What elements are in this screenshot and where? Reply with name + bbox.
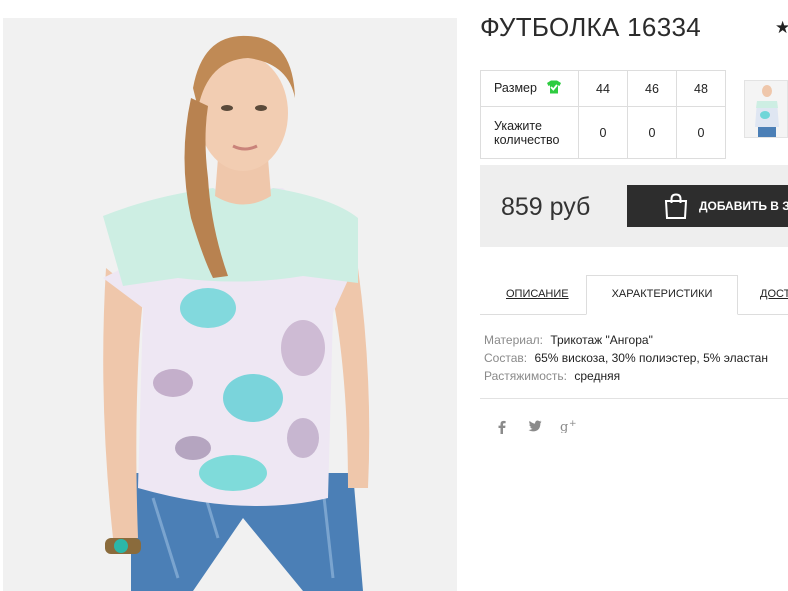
tshirt-check-icon[interactable] bbox=[546, 80, 562, 97]
quantity-input-48[interactable]: 0 bbox=[676, 106, 726, 159]
tab-characteristics-label: ХАРАКТЕРИСТИКИ bbox=[611, 288, 713, 300]
svg-text:+: + bbox=[569, 419, 577, 429]
tab-characteristics[interactable]: ХАРАКТЕРИСТИКИ bbox=[586, 275, 738, 315]
product-title: ФУТБОЛКА 16334 bbox=[480, 12, 701, 42]
add-to-order-button[interactable]: ДОБАВИТЬ В ЗАКАЗ bbox=[627, 185, 788, 227]
shopping-bag-icon bbox=[664, 193, 688, 222]
size-label-cell: Размер bbox=[480, 70, 579, 107]
tab-description[interactable]: ОПИСАНИЕ bbox=[506, 288, 569, 300]
product-photo[interactable]: futbolka-16334 bbox=[3, 18, 457, 591]
price: 859 руб bbox=[501, 193, 591, 221]
quantity-input-46[interactable]: 0 bbox=[627, 106, 677, 159]
size-48: 48 bbox=[676, 70, 726, 107]
spec-row: Материал: Трикотаж "Ангора" bbox=[484, 331, 768, 349]
facebook-icon[interactable] bbox=[497, 420, 507, 438]
google-plus-icon[interactable]: g + bbox=[560, 419, 578, 437]
spec-value: средняя bbox=[574, 369, 621, 383]
characteristics-list: Материал: Трикотаж "Ангора" Состав: 65% … bbox=[484, 331, 768, 385]
size-table: Размер 44 46 48 Укажите количество 0 0 0 bbox=[480, 70, 726, 159]
twitter-icon[interactable] bbox=[528, 420, 542, 436]
spec-value: Трикотаж "Ангора" bbox=[550, 333, 653, 347]
section-divider bbox=[480, 398, 788, 399]
quantity-label: Укажите количество bbox=[480, 106, 579, 159]
add-to-order-label: ДОБАВИТЬ В ЗАКАЗ bbox=[699, 199, 788, 213]
star-icon[interactable]: ★ bbox=[775, 18, 788, 38]
tab-delivery[interactable]: ДОСТАВКА bbox=[760, 288, 788, 300]
spec-value: 65% вискоза, 30% полиэстер, 5% эластан bbox=[534, 351, 768, 365]
spec-row: Состав: 65% вискоза, 30% полиэстер, 5% э… bbox=[484, 349, 768, 367]
model-illustration bbox=[3, 18, 457, 591]
spec-row: Растяжимость: средняя bbox=[484, 367, 768, 385]
spec-key: Состав: bbox=[484, 351, 528, 365]
quantity-input-44[interactable]: 0 bbox=[578, 106, 628, 159]
size-44: 44 bbox=[578, 70, 628, 107]
svg-text:g: g bbox=[560, 420, 568, 433]
spec-key: Растяжимость: bbox=[484, 369, 568, 383]
spec-key: Материал: bbox=[484, 333, 543, 347]
product-thumbnail[interactable] bbox=[744, 80, 788, 138]
size-label: Размер bbox=[494, 80, 537, 95]
price-panel: 859 руб ДОБАВИТЬ В ЗАКАЗ bbox=[480, 165, 788, 247]
size-46: 46 bbox=[627, 70, 677, 107]
